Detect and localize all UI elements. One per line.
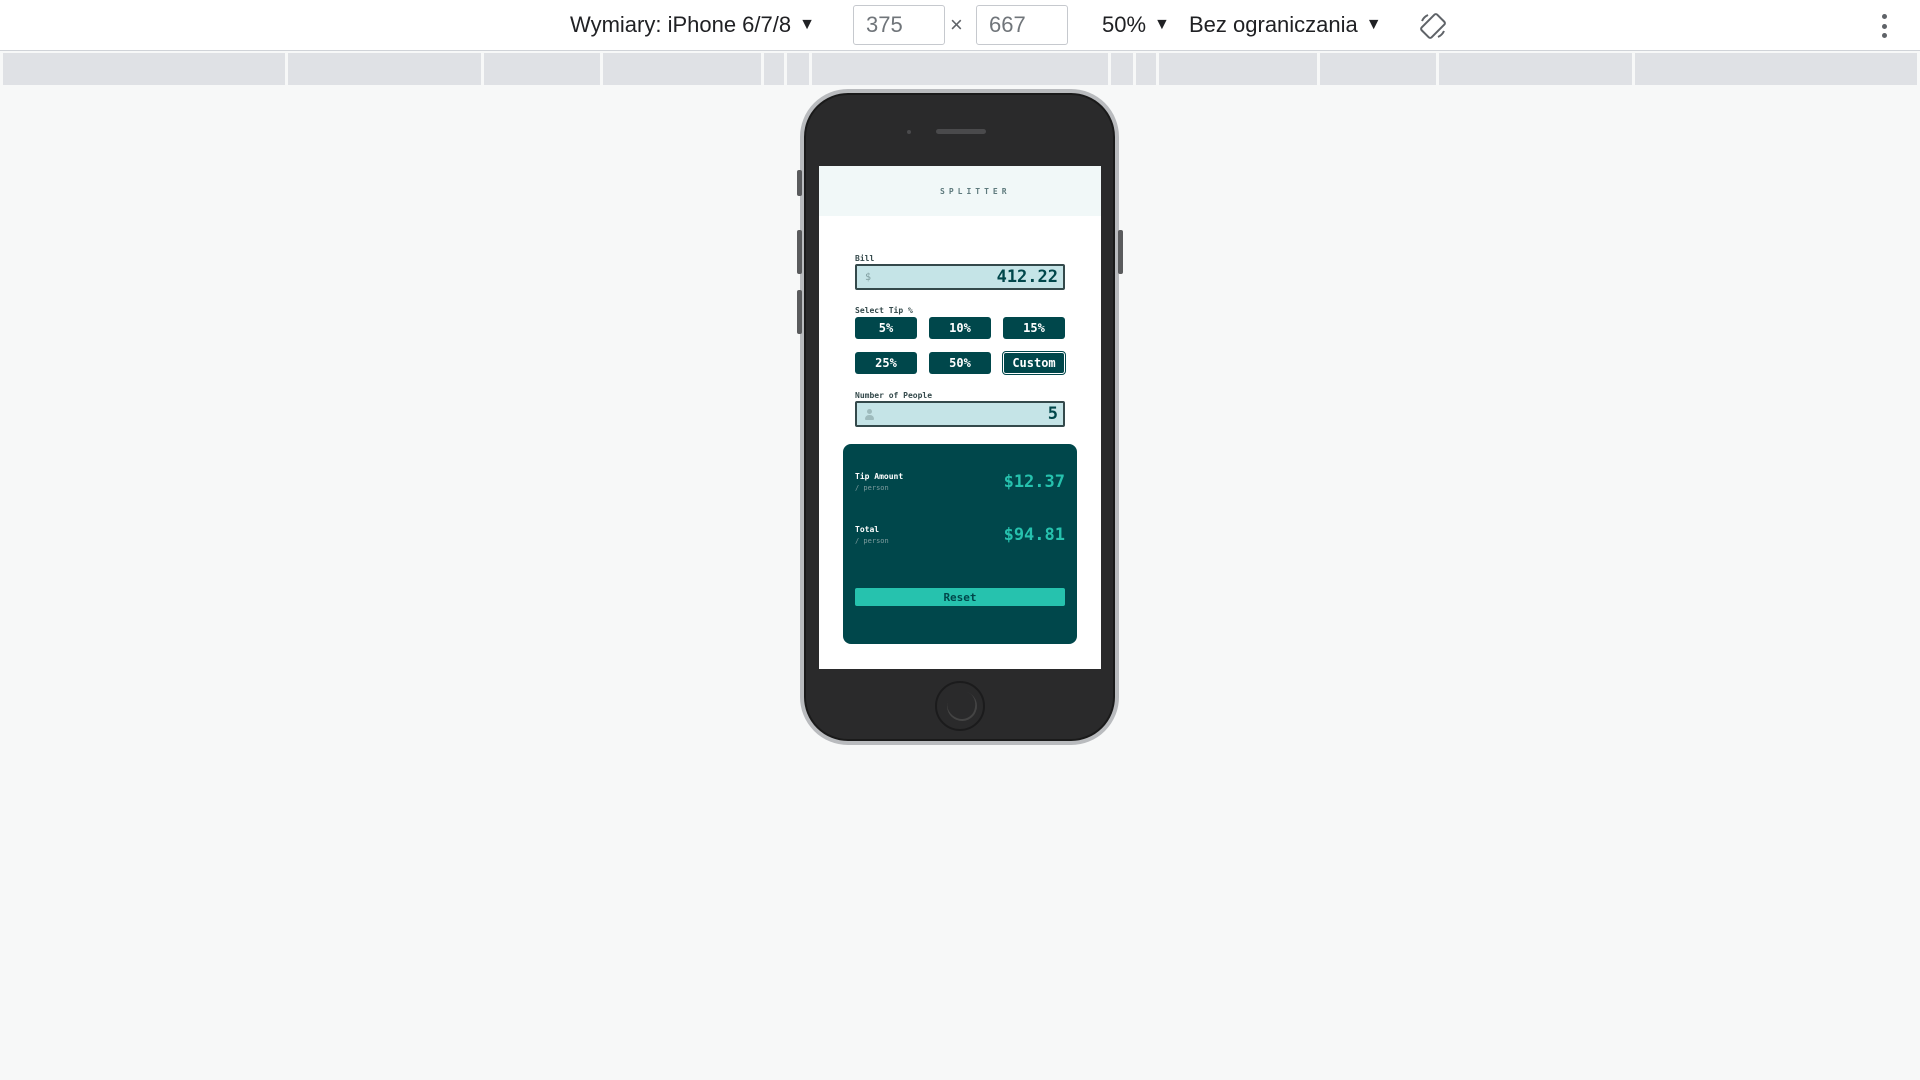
phone-volume-up bbox=[797, 230, 802, 274]
zoom-select-label: 50% bbox=[1102, 12, 1147, 37]
people-value: 5 bbox=[1047, 404, 1058, 424]
results-panel: Tip Amount / person $12.37 Total / perso… bbox=[843, 444, 1077, 644]
phone-mute-switch bbox=[797, 170, 802, 196]
media-query-segment[interactable] bbox=[1320, 53, 1436, 85]
tip-amount-sub: / person bbox=[855, 484, 889, 492]
tip-group: Select Tip % 5% 10% 15% 25% 50% Custom bbox=[855, 306, 1066, 375]
tip-amount-title: Tip Amount bbox=[855, 472, 904, 481]
tip-options: 5% 10% 15% 25% 50% Custom bbox=[855, 317, 1066, 375]
tip-amount-row: Tip Amount / person $12.37 bbox=[855, 466, 1065, 498]
total-title: Total bbox=[855, 525, 880, 534]
app-header: SPLITTER bbox=[819, 166, 1101, 216]
dollar-icon: $ bbox=[865, 271, 872, 283]
person-icon bbox=[865, 408, 874, 420]
throttling-select-label: Bez ograniczania bbox=[1189, 12, 1358, 37]
people-group: Number of People 5 bbox=[855, 391, 1065, 427]
media-query-segment[interactable] bbox=[1439, 53, 1632, 85]
total-value: $94.81 bbox=[1003, 525, 1065, 545]
height-input[interactable]: 667 bbox=[976, 5, 1068, 45]
device-toolbar: Wymiary: iPhone 6/7/8 ▼ 375 × 667 50% ▼ … bbox=[0, 0, 1920, 51]
bill-value: 412.22 bbox=[996, 267, 1058, 287]
device-select-label: Wymiary: iPhone 6/7/8 bbox=[570, 12, 792, 37]
tip-label: Select Tip % bbox=[855, 306, 913, 315]
zoom-select[interactable]: 50% ▼ bbox=[1102, 0, 1170, 50]
phone-camera bbox=[907, 130, 911, 134]
device-viewport: SPLITTER Bill $ 412.22 Select Tip % 5% 1… bbox=[819, 166, 1101, 669]
phone-speaker bbox=[936, 129, 986, 134]
bill-label: Bill bbox=[855, 254, 875, 263]
people-label: Number of People bbox=[855, 391, 933, 400]
chevron-down-icon: ▼ bbox=[1154, 16, 1170, 33]
bill-group: Bill $ 412.22 bbox=[855, 254, 1065, 290]
phone-power-button bbox=[1118, 230, 1123, 274]
bill-input[interactable]: $ 412.22 bbox=[855, 264, 1065, 290]
home-button bbox=[935, 681, 985, 731]
throttling-select[interactable]: Bez ograniczania ▼ bbox=[1189, 0, 1382, 50]
chevron-down-icon: ▼ bbox=[1365, 16, 1382, 33]
chevron-down-icon: ▼ bbox=[799, 16, 815, 33]
phone-volume-down bbox=[797, 290, 802, 334]
media-query-segment[interactable] bbox=[603, 53, 761, 85]
tip-amount-value: $12.37 bbox=[1003, 472, 1065, 492]
media-query-segment[interactable] bbox=[1635, 53, 1917, 85]
tip-button-25[interactable]: 25% bbox=[855, 352, 917, 374]
app-logo: SPLITTER bbox=[940, 186, 1011, 196]
media-query-segment[interactable] bbox=[764, 53, 784, 85]
tip-button-10[interactable]: 10% bbox=[929, 317, 991, 339]
tip-button-15[interactable]: 15% bbox=[1003, 317, 1065, 339]
reset-button[interactable]: Reset bbox=[855, 588, 1065, 606]
media-query-segment[interactable] bbox=[1136, 53, 1156, 85]
tip-button-50[interactable]: 50% bbox=[929, 352, 991, 374]
media-query-segment[interactable] bbox=[484, 53, 600, 85]
people-input[interactable]: 5 bbox=[855, 401, 1065, 427]
tip-custom-button[interactable]: Custom bbox=[1002, 351, 1066, 375]
rotate-icon[interactable] bbox=[1418, 11, 1448, 41]
media-query-segment[interactable] bbox=[812, 53, 1108, 85]
media-query-segment[interactable] bbox=[1111, 53, 1133, 85]
media-query-segment[interactable] bbox=[288, 53, 481, 85]
tip-button-5[interactable]: 5% bbox=[855, 317, 917, 339]
width-input[interactable]: 375 bbox=[853, 5, 945, 45]
device-select[interactable]: Wymiary: iPhone 6/7/8 ▼ bbox=[570, 0, 815, 50]
media-query-bar bbox=[3, 53, 1917, 85]
media-query-segment[interactable] bbox=[3, 53, 285, 85]
times-separator: × bbox=[950, 12, 963, 37]
more-vert-icon[interactable] bbox=[1872, 11, 1896, 41]
media-query-segment[interactable] bbox=[1159, 53, 1317, 85]
total-row: Total / person $94.81 bbox=[855, 519, 1065, 551]
media-query-segment[interactable] bbox=[787, 53, 809, 85]
total-sub: / person bbox=[855, 537, 889, 545]
calculator-form: Bill $ 412.22 Select Tip % 5% 10% 15% 25… bbox=[819, 254, 1101, 427]
